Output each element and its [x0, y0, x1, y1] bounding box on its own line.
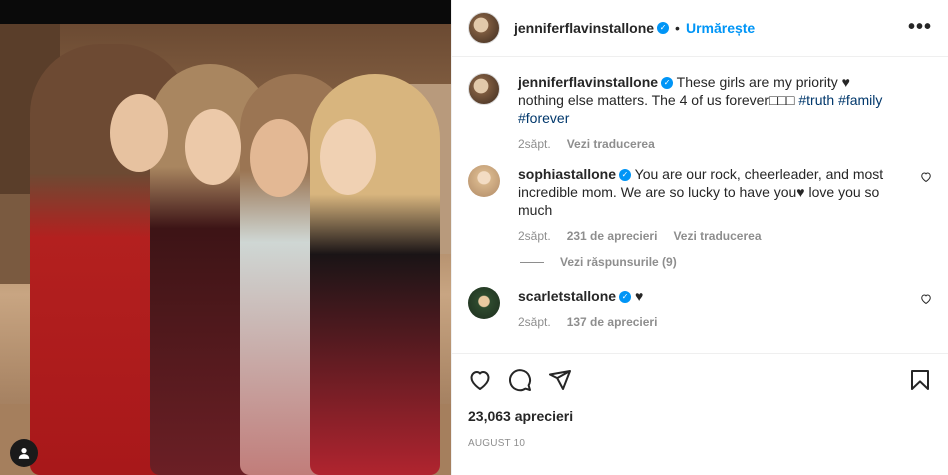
comment-item: scarletstallone ✓ ♥ 2săpt. 137 de aprecie… [468, 287, 932, 329]
heart-icon[interactable] [468, 368, 492, 392]
comment-username[interactable]: sophiastallone [518, 166, 616, 182]
comment-username[interactable]: scarletstallone [518, 288, 616, 304]
follow-button[interactable]: Urmărește [686, 20, 755, 36]
more-options-icon[interactable]: ••• [908, 17, 932, 37]
view-replies-button[interactable]: Vezi răspunsurile (9) [520, 255, 932, 269]
user-tag-icon[interactable] [10, 439, 38, 467]
comment-bubble-icon[interactable] [508, 368, 532, 392]
separator-dot: • [675, 20, 680, 36]
post-panel: jenniferflavinstallone ✓ • Urmărește •••… [451, 0, 948, 475]
comment-time[interactable]: 2săpt. [518, 315, 551, 329]
hashtag-link[interactable]: #family [838, 92, 882, 108]
see-translation-button[interactable]: Vezi traducerea [567, 137, 655, 151]
verified-badge-icon: ✓ [619, 291, 632, 304]
see-translation-button[interactable]: Vezi traducerea [673, 229, 761, 243]
verified-badge-icon: ✓ [661, 77, 674, 90]
post-author-username[interactable]: jenniferflavinstallone [514, 20, 654, 36]
view-replies-label[interactable]: Vezi răspunsurile (9) [560, 255, 677, 269]
avatar[interactable] [468, 12, 500, 44]
avatar[interactable] [468, 165, 500, 197]
like-comment-heart-icon[interactable] [920, 171, 932, 183]
post-actions-section: 23,063 aprecieri AUGUST 10 [452, 353, 948, 449]
comment-text: ♥ [631, 288, 644, 304]
hashtag-link[interactable]: #forever [518, 110, 569, 126]
bookmark-icon[interactable] [908, 368, 932, 392]
comment-time[interactable]: 2săpt. [518, 229, 551, 243]
comment-likes[interactable]: 137 de aprecieri [567, 315, 658, 329]
caption: jenniferflavinstallone ✓ These girls are … [468, 73, 932, 151]
comments-list[interactable]: jenniferflavinstallone ✓ These girls are … [452, 57, 948, 353]
avatar[interactable] [468, 73, 500, 105]
hashtag-link[interactable]: #truth [798, 92, 834, 108]
action-bar [468, 354, 932, 406]
comment-likes[interactable]: 231 de aprecieri [567, 229, 658, 243]
post-date[interactable]: AUGUST 10 [468, 438, 932, 449]
avatar[interactable] [468, 287, 500, 319]
post-photo[interactable] [0, 0, 451, 475]
post-header: jenniferflavinstallone ✓ • Urmărește ••• [452, 0, 948, 57]
likes-count[interactable]: 23,063 aprecieri [468, 408, 932, 424]
caption-username[interactable]: jenniferflavinstallone [518, 74, 658, 90]
comment-item: sophiastallone ✓ You are our rock, cheerl… [468, 165, 932, 243]
paper-plane-icon[interactable] [548, 368, 572, 392]
like-comment-heart-icon[interactable] [920, 293, 932, 305]
verified-badge-icon: ✓ [619, 169, 632, 182]
replies-divider [520, 261, 544, 263]
post-image [0, 24, 451, 475]
caption-time[interactable]: 2săpt. [518, 137, 551, 151]
verified-badge-icon: ✓ [657, 22, 670, 34]
